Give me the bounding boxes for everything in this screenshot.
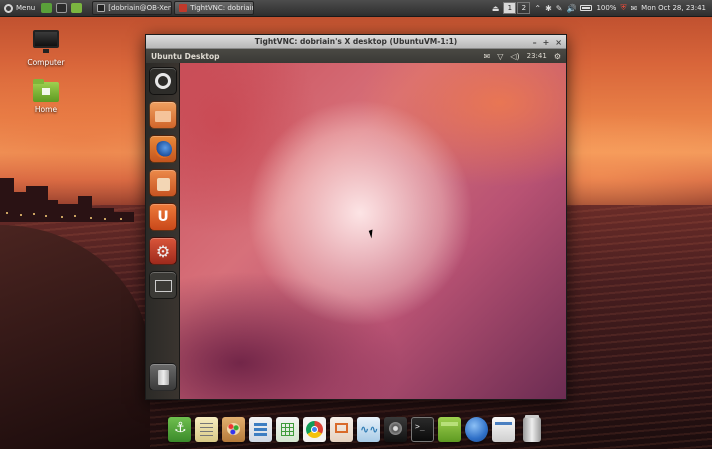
ubuntu-clock[interactable]: 23:41	[527, 52, 547, 60]
vnc-icon	[179, 4, 188, 12]
launcher-ubuntu-one-button[interactable]: U	[149, 203, 177, 231]
computer-icon	[33, 30, 59, 53]
ubuntu-one-icon: U	[157, 209, 169, 225]
vnc-window: TightVNC: dobriain's X desktop (UbuntuVM…	[145, 34, 567, 400]
launcher-software-center-button[interactable]	[149, 169, 177, 197]
launcher-workspace-button[interactable]	[149, 271, 177, 299]
workspace-2[interactable]: 2	[517, 2, 531, 14]
network-icon[interactable]: ▽	[497, 52, 503, 61]
launcher-files-button[interactable]	[149, 101, 177, 129]
ubuntu-logo-icon	[155, 73, 171, 89]
power-gear-icon[interactable]: ⚙	[554, 52, 561, 61]
close-button[interactable]: ×	[555, 38, 562, 47]
desktop-icon-label: Computer	[27, 58, 65, 67]
trash-icon	[158, 370, 169, 385]
volume-icon[interactable]: 🔊	[566, 4, 576, 13]
taskbar-item-label: TightVNC: dobriain'...	[190, 4, 253, 12]
palette-icon	[227, 423, 240, 435]
folder-icon	[441, 422, 458, 426]
shopping-bag-icon	[157, 178, 170, 191]
minimize-button[interactable]: –	[533, 38, 537, 47]
window-icon	[495, 422, 512, 425]
dock-text-editor[interactable]	[195, 417, 218, 442]
speaker-icon	[389, 422, 402, 435]
desktop-icon-home[interactable]: Home	[18, 79, 74, 114]
volume-icon[interactable]: ◁)	[510, 52, 519, 61]
dock-media[interactable]	[384, 417, 407, 442]
maximize-button[interactable]: +	[543, 38, 550, 47]
ubuntu-desktop: U ⚙	[146, 63, 566, 399]
dash-home-button[interactable]	[149, 67, 177, 95]
files-folder-icon	[155, 111, 171, 122]
battery-percent: 100%	[596, 4, 617, 12]
spreadsheet-icon	[281, 423, 294, 436]
ubuntu-top-panel: Ubuntu Desktop ✉ ▽ ◁) 23:41 ⚙	[146, 49, 566, 63]
mouse-pointer-icon	[368, 229, 376, 239]
desktop-icon-label: Home	[34, 105, 58, 114]
anchor-icon: ⚓	[174, 420, 187, 436]
bluetooth-icon[interactable]: ✱	[545, 4, 552, 13]
taskbar-item-vnc[interactable]: TightVNC: dobriain'...	[174, 1, 255, 15]
terminal-icon: >_	[415, 422, 425, 431]
launcher-settings-button[interactable]: ⚙	[149, 237, 177, 265]
files-launcher-icon[interactable]	[71, 3, 83, 13]
mail-icon[interactable]: ✉	[630, 4, 637, 13]
dock-presentation[interactable]	[330, 417, 353, 442]
panel-tray: ⏏ 1 2 ⌃ ✱ ✎ 🔊 100% ⛨ ✉ Mon Oct 28, 23:41	[492, 0, 712, 17]
dock-calc[interactable]	[276, 417, 299, 442]
dock-terminal[interactable]: >_	[411, 417, 434, 442]
mail-icon[interactable]: ✉	[484, 52, 491, 61]
menu-label: Menu	[16, 4, 36, 12]
trash-icon	[525, 415, 539, 418]
dock-paint[interactable]	[222, 417, 245, 442]
bottom-dock: ⚓ ∿∿ >_	[164, 410, 548, 442]
workspace-1[interactable]: 1	[503, 2, 517, 14]
dock-window[interactable]	[492, 417, 515, 442]
show-desktop-icon[interactable]	[41, 3, 53, 13]
taskbar-item-label: [dobriain@OB-Xen:	[108, 4, 173, 12]
launcher-firefox-button[interactable]	[149, 135, 177, 163]
panel-clock[interactable]: Mon Oct 28, 23:41	[641, 4, 706, 12]
window-title: TightVNC: dobriain's X desktop (UbuntuVM…	[254, 37, 458, 46]
system-monitor-icon: ∿∿	[360, 423, 379, 436]
firefox-icon	[155, 141, 172, 158]
launcher-trash-button[interactable]	[149, 363, 177, 391]
home-folder-icon	[33, 79, 59, 102]
menu-gear-icon	[4, 3, 13, 13]
ubuntu-wallpaper	[180, 63, 566, 399]
workspace-icon	[155, 280, 172, 292]
settings-icon: ⚙	[155, 241, 171, 261]
pen-icon[interactable]: ✎	[556, 4, 563, 13]
unity-launcher: U ⚙	[146, 63, 180, 399]
terminal-launcher-icon[interactable]	[56, 3, 68, 13]
dock-trash[interactable]	[523, 415, 541, 442]
presentation-icon	[335, 423, 348, 433]
vnc-titlebar[interactable]: TightVNC: dobriain's X desktop (UbuntuVM…	[146, 35, 566, 49]
ubuntu-panel-title: Ubuntu Desktop	[151, 51, 220, 61]
dock-network[interactable]	[465, 417, 488, 442]
desktop-icon-computer[interactable]: Computer	[18, 30, 74, 67]
dock-chrome[interactable]	[303, 417, 326, 442]
top-panel: Menu [dobriain@OB-Xen: TightVNC: dobriai…	[0, 0, 712, 17]
network-icon[interactable]: ⌃	[534, 4, 541, 13]
workspace-switcher: 1 2	[503, 2, 531, 14]
taskbar-item-terminal[interactable]: [dobriain@OB-Xen:	[92, 1, 173, 15]
dock-writer[interactable]	[249, 417, 272, 442]
eject-icon[interactable]: ⏏	[492, 4, 500, 13]
dock-anchor-app[interactable]: ⚓	[168, 417, 191, 442]
shield-icon[interactable]: ⛨	[620, 3, 626, 13]
dock-system-monitor[interactable]: ∿∿	[357, 417, 380, 442]
notepad-icon	[200, 423, 213, 424]
dock-files[interactable]	[438, 417, 461, 442]
battery-icon[interactable]	[580, 5, 593, 11]
menu-button[interactable]: Menu	[0, 0, 39, 17]
wallpaper-skyline	[0, 172, 150, 222]
document-icon	[254, 423, 267, 426]
terminal-icon	[97, 4, 106, 12]
